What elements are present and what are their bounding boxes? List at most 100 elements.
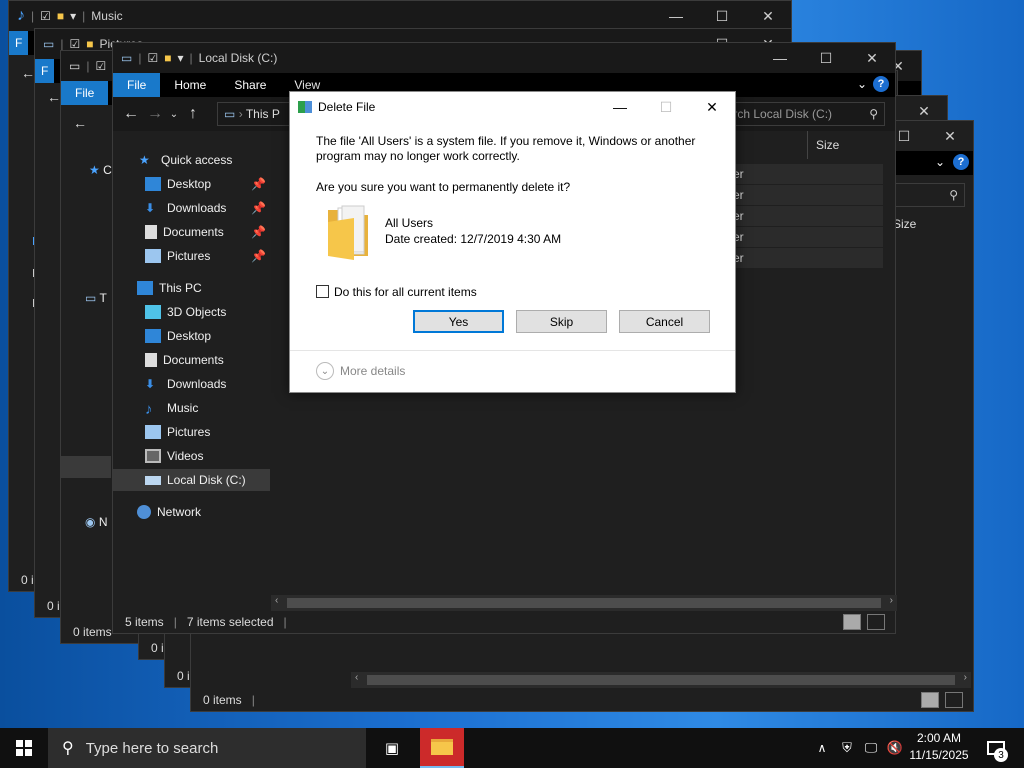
apply-all-checkbox[interactable] bbox=[316, 285, 329, 298]
nav-qa-desktop[interactable]: Desktop 📌 bbox=[113, 173, 270, 195]
scroll-thumb[interactable] bbox=[367, 675, 955, 685]
pin-icon[interactable]: 📌 bbox=[251, 249, 266, 263]
yes-button[interactable]: Yes bbox=[413, 310, 504, 333]
scroll-right-icon[interactable]: › bbox=[964, 672, 967, 683]
tab-file[interactable]: File bbox=[61, 81, 109, 105]
ribbon-expand-icon[interactable]: ⌄ bbox=[935, 155, 945, 169]
notifications-button[interactable]: 3 bbox=[978, 728, 1014, 768]
tab-share[interactable]: Share bbox=[220, 73, 280, 97]
maximize-button[interactable]: ☐ bbox=[699, 1, 745, 31]
nav-back-icon[interactable]: ← bbox=[47, 89, 61, 105]
up-icon[interactable]: ↑ bbox=[181, 105, 205, 123]
delete-file-dialog[interactable]: Delete File — ☐ ✕ The file 'All Users' i… bbox=[289, 91, 736, 393]
horizontal-scrollbar[interactable]: ‹ › bbox=[351, 672, 971, 688]
nav-back-icon[interactable]: ← bbox=[73, 115, 87, 131]
more-details-toggle[interactable]: ⌄ More details bbox=[316, 362, 405, 380]
file-explorer-taskbar-button[interactable] bbox=[420, 728, 464, 768]
file-row[interactable]: er bbox=[729, 164, 883, 184]
nav-this-pc[interactable]: This PC bbox=[113, 277, 270, 299]
task-view-button[interactable]: ▣ bbox=[372, 728, 412, 768]
properties-icon[interactable]: ☑ bbox=[40, 9, 51, 23]
customize-qa-icon[interactable]: ▾ bbox=[177, 51, 183, 65]
scroll-right-icon[interactable]: › bbox=[890, 595, 893, 606]
music-titlebar[interactable]: ♪ | ☑ ■ ▾ | Music — ☐ ✕ bbox=[9, 1, 791, 31]
scroll-left-icon[interactable]: ‹ bbox=[355, 672, 358, 683]
network-status-icon[interactable]: 🖵 bbox=[860, 728, 882, 768]
maximize-button[interactable]: ☐ bbox=[803, 43, 849, 73]
nav-local-disk[interactable]: Local Disk (C:) bbox=[113, 469, 270, 491]
pin-icon[interactable]: 📌 bbox=[251, 225, 266, 239]
nav-qa-documents[interactable]: Documents 📌 bbox=[113, 221, 270, 243]
nav-qa-downloads[interactable]: ⬇ Downloads 📌 bbox=[113, 197, 270, 219]
start-button[interactable] bbox=[0, 728, 48, 768]
close-button[interactable]: ✕ bbox=[849, 43, 895, 73]
clock[interactable]: 2:00 AM 11/15/2025 bbox=[906, 730, 972, 764]
tab-home[interactable]: Home bbox=[160, 73, 220, 97]
nav-selected-partial[interactable] bbox=[61, 456, 111, 478]
taskbar-search-placeholder: Type here to search bbox=[85, 739, 219, 757]
new-folder-icon[interactable]: ■ bbox=[86, 37, 93, 51]
apply-all-label[interactable]: Do this for all current items bbox=[334, 285, 477, 299]
close-button[interactable]: ✕ bbox=[689, 92, 735, 122]
volume-muted-icon[interactable]: 🔇 bbox=[884, 728, 906, 768]
tab-file[interactable]: File bbox=[113, 73, 161, 97]
back-icon[interactable]: ← bbox=[119, 105, 143, 123]
pin-icon[interactable]: 📌 bbox=[251, 201, 266, 215]
recent-locations-icon[interactable]: ⌄ bbox=[167, 109, 181, 120]
skip-button[interactable]: Skip bbox=[516, 310, 607, 333]
details-view-button[interactable] bbox=[921, 692, 939, 708]
nav-back-icon[interactable]: ← bbox=[21, 65, 35, 81]
nav-quick-access-partial[interactable]: ★ C bbox=[89, 163, 112, 177]
file-row[interactable]: er bbox=[729, 248, 883, 268]
nav-downloads[interactable]: ⬇ Downloads bbox=[113, 373, 270, 395]
nav-label: Network bbox=[157, 505, 202, 519]
scroll-thumb[interactable] bbox=[287, 598, 881, 608]
scroll-left-icon[interactable]: ‹ bbox=[275, 595, 278, 606]
minimize-button[interactable]: — bbox=[757, 43, 803, 73]
taskbar-search-box[interactable]: ⚲ Type here to search bbox=[48, 728, 366, 768]
forward-icon[interactable]: → bbox=[143, 105, 167, 123]
help-icon[interactable]: ? bbox=[953, 154, 969, 170]
close-button[interactable]: ✕ bbox=[745, 1, 791, 31]
show-hidden-icons-button[interactable]: ∧ bbox=[812, 728, 832, 768]
horizontal-scrollbar[interactable]: ‹ › bbox=[271, 595, 897, 611]
nav-documents[interactable]: Documents bbox=[113, 349, 270, 371]
nav-desktop[interactable]: Desktop bbox=[113, 325, 270, 347]
minimize-button[interactable]: — bbox=[653, 1, 699, 31]
tab-file[interactable]: F bbox=[35, 59, 55, 83]
help-icon[interactable]: ? bbox=[873, 76, 889, 92]
tab-file[interactable]: F bbox=[9, 31, 29, 55]
nav-this-pc-partial[interactable]: ▭ T bbox=[85, 291, 107, 305]
minimize-button[interactable]: — bbox=[597, 92, 643, 122]
new-folder-icon[interactable]: ■ bbox=[57, 9, 64, 23]
nav-qa-pictures[interactable]: Pictures 📌 bbox=[113, 245, 270, 267]
column-header-size[interactable]: Size bbox=[893, 217, 916, 231]
large-icons-button[interactable] bbox=[945, 692, 963, 708]
new-folder-icon[interactable]: ■ bbox=[164, 51, 171, 65]
local-disk-titlebar[interactable]: ▭ | ☑ ■ ▾ | Local Disk (C:) — ☐ ✕ bbox=[113, 43, 895, 73]
column-header-size[interactable]: Size bbox=[807, 131, 887, 159]
properties-icon[interactable]: ☑ bbox=[95, 59, 106, 73]
details-view-button[interactable] bbox=[843, 614, 861, 630]
file-row[interactable]: er bbox=[729, 185, 883, 205]
nav-videos[interactable]: Videos bbox=[113, 445, 270, 467]
close-button[interactable]: ✕ bbox=[927, 121, 973, 151]
large-icons-button[interactable] bbox=[867, 614, 885, 630]
cancel-button[interactable]: Cancel bbox=[619, 310, 710, 333]
security-icon[interactable]: ⛨ bbox=[836, 728, 858, 768]
nav-pictures[interactable]: Pictures bbox=[113, 421, 270, 443]
properties-icon[interactable]: ☑ bbox=[147, 51, 158, 65]
file-row[interactable]: er bbox=[729, 206, 883, 226]
nav-quick-access[interactable]: ★ Quick access bbox=[113, 149, 270, 171]
document-icon bbox=[145, 353, 157, 367]
ribbon-expand-icon[interactable]: ⌄ bbox=[857, 77, 867, 91]
nav-3d-objects[interactable]: 3D Objects bbox=[113, 301, 270, 323]
nav-network[interactable]: Network bbox=[113, 501, 270, 523]
customize-qa-icon[interactable]: ▾ bbox=[70, 9, 76, 23]
properties-icon[interactable]: ☑ bbox=[69, 37, 80, 51]
pin-icon[interactable]: 📌 bbox=[251, 177, 266, 191]
file-row[interactable]: er bbox=[729, 227, 883, 247]
nav-network-partial[interactable]: ◉ N bbox=[85, 515, 108, 529]
nav-label: Documents bbox=[163, 225, 224, 239]
nav-music[interactable]: ♪ Music bbox=[113, 397, 270, 419]
